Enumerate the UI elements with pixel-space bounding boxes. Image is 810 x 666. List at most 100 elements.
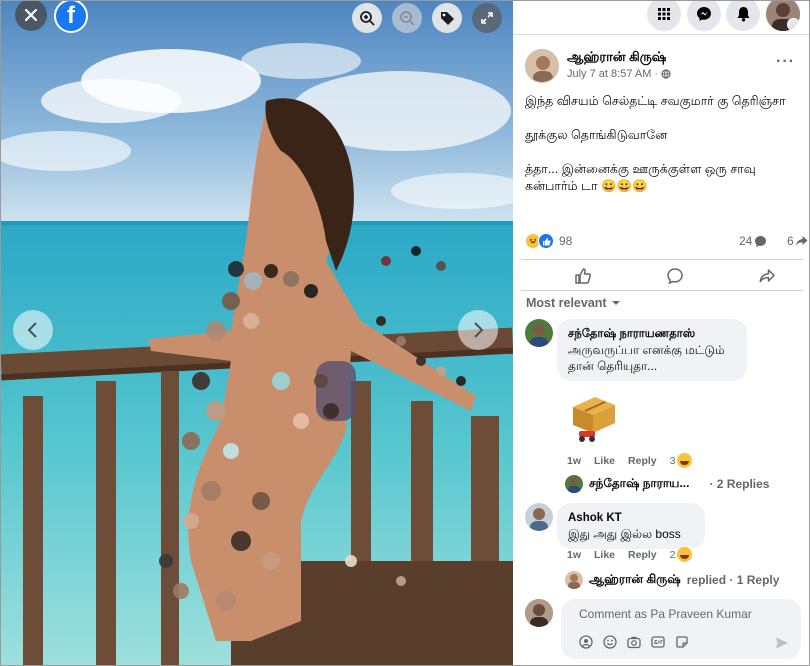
comment-reply-button[interactable]: Reply [628,549,657,561]
expand-icon [481,12,493,24]
share-button[interactable] [755,264,779,288]
messenger-icon [697,7,711,21]
account-avatar[interactable] [766,1,800,31]
comment-sort-dropdown[interactable]: Most relevant [526,296,621,310]
comment-meta: 1w Like Reply 2 [567,547,705,562]
author-name[interactable]: ஆஹ்ரான் கிருஷ் [567,49,666,66]
comment-time[interactable]: 1w [567,549,581,561]
previous-photo-button[interactable] [13,310,53,350]
reply-avatar [565,475,583,493]
tag-icon [441,12,454,25]
comment-bubble-icon [755,235,767,247]
tag-photo-button[interactable] [432,3,462,33]
commenter-name[interactable]: Ashok KT [568,510,694,526]
avatar-image [525,599,553,627]
post-body: இந்த விசயம் செல்தட்டி சவகுமார் கு தெரிஞ்… [525,93,805,212]
comment-bubble: சந்தோஷ் நாராயணதாஸ் அருவருப்பா எனக்கு மட்… [557,319,747,381]
caret-down-icon [611,301,620,305]
post-text-line: இந்த விசயம் செல்தட்டி சவகுமார் கு தெரிஞ்… [525,94,786,108]
chevron-right-icon [474,322,484,338]
timestamp-text[interactable]: July 7 at 8:57 AM [567,68,651,80]
shares-count-link[interactable]: 6 [787,234,808,248]
box-sticker-image [573,397,615,442]
comment-bubble: Ashok KT இது அது இல்ல boss [557,503,705,549]
close-icon [24,8,38,22]
gif-icon [651,636,665,648]
comment-reply-button[interactable]: Reply [628,455,657,467]
view-replies-link[interactable]: சந்தோஷ் நாராய... · 2 Replies [565,475,769,493]
like-reaction-icon [538,233,554,249]
send-comment-button[interactable] [775,636,789,655]
globe-icon [661,69,671,79]
reactions-count[interactable]: 98 [559,234,572,248]
beach-photo [1,1,513,665]
post-action-bar [521,259,803,291]
fullscreen-button[interactable] [472,3,502,33]
zoom-in-icon [360,11,375,26]
reply-count: · 2 Replies [709,477,770,491]
comment-text: அருவருப்பா எனக்கு மட்டும் தான் தெரியுதா.… [568,343,725,373]
sticker-icon [676,636,688,648]
reaction-icons[interactable] [525,233,554,249]
comment-reaction-count: 2 [669,548,676,561]
share-arrow-icon [795,236,808,246]
notifications-button[interactable] [726,1,760,31]
comment-meta: 1w Like Reply 3 [567,453,705,468]
reply-avatar [565,571,583,589]
comments-count-link[interactable]: 24 [739,234,767,248]
current-user-avatar[interactable] [525,599,553,627]
emoji-icon [603,635,617,649]
comment-icon [667,268,683,285]
gif-button[interactable] [651,635,665,649]
avatar-sticker-button[interactable] [579,635,593,649]
chevron-left-icon [27,322,37,338]
comment-like-button[interactable]: Like [594,549,615,561]
avatar-sticker-icon [579,635,593,649]
reply-author: சந்தோஷ் நாராய... [589,476,690,490]
haha-reaction-icon [677,453,693,468]
comment-reaction-count: 3 [669,454,676,467]
commenter-avatar[interactable] [525,319,553,347]
comment-time[interactable]: 1w [567,455,581,467]
avatar-image [526,50,558,82]
view-replies-link[interactable]: ஆஹ்ரான் கிருஷ் replied · 1 Reply [565,571,779,589]
thumbs-up-icon [575,268,592,284]
reply-author: ஆஹ்ரான் கிருஷ் [589,572,681,586]
author-avatar[interactable] [525,49,559,83]
commenter-avatar[interactable] [525,503,553,531]
composer-tools [579,635,689,649]
sticker-button[interactable] [675,635,689,649]
photo-viewer: f ஆஹ்ரான் கிருஷ் July 7 at 8:57 AM · ···… [0,0,810,666]
avatar-image [525,319,553,347]
post-timestamp[interactable]: July 7 at 8:57 AM · [567,68,671,80]
camera-icon [627,636,641,649]
zoom-in-button[interactable] [352,3,382,33]
grid-menu-icon [658,8,670,20]
commenter-name[interactable]: சந்தோஷ் நாராயணதாஸ் [568,326,736,342]
share-icon [759,269,775,283]
post-header: ஆஹ்ரான் கிருஷ் July 7 at 8:57 AM · ··· [525,49,805,85]
reactions-summary: 98 24 6 [525,232,808,250]
comment-reactions[interactable]: 3 [670,453,693,468]
photo-area[interactable]: f [1,1,513,665]
messenger-button[interactable] [687,1,721,31]
zoom-out-button[interactable] [392,3,422,33]
avatar-image [525,503,553,531]
chevron-down-icon [787,18,800,31]
emoji-button[interactable] [603,635,617,649]
post-text-line: த்தா... இன்னைக்கு ஊருக்குள்ள ஒரு சாவு கன… [525,162,756,193]
menu-button[interactable] [647,1,681,31]
top-navigation [513,1,809,35]
like-button[interactable] [571,264,595,288]
next-photo-button[interactable] [458,310,498,350]
reply-count: replied · 1 Reply [686,573,780,587]
comment-like-button[interactable]: Like [594,455,615,467]
comment-button[interactable] [663,264,687,288]
shares-count: 6 [787,234,794,248]
comment-input[interactable]: Comment as Pa Praveen Kumar [561,599,801,659]
haha-reaction-icon [677,547,693,562]
post-options-button[interactable]: ··· [776,53,795,71]
comment-input-placeholder: Comment as Pa Praveen Kumar [579,607,752,621]
comment-reactions[interactable]: 2 [670,547,693,562]
photo-button[interactable] [627,635,641,649]
